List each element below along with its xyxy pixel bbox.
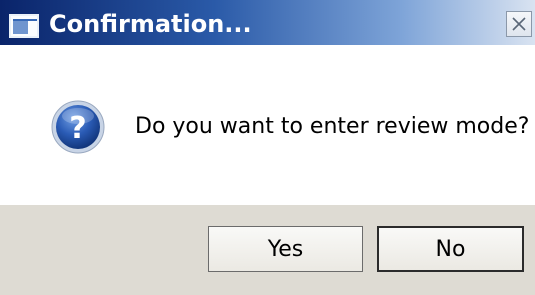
no-button[interactable]: No — [377, 226, 524, 272]
window-title: Confirmation... — [49, 10, 252, 38]
question-icon: ? — [51, 100, 105, 154]
yes-button[interactable]: Yes — [208, 226, 363, 272]
application-window-icon — [9, 14, 39, 38]
close-icon — [512, 17, 526, 31]
title-bar[interactable]: Confirmation... — [0, 0, 535, 45]
dialog-content: ? Do you want to enter review mode? — [0, 45, 535, 205]
confirmation-message: Do you want to enter review mode? — [135, 114, 530, 139]
confirmation-dialog: Confirmation... ? Do you want to enter r… — [0, 0, 535, 295]
svg-text:?: ? — [69, 111, 86, 146]
button-bar: Yes No — [0, 205, 535, 295]
close-button[interactable] — [506, 11, 532, 37]
